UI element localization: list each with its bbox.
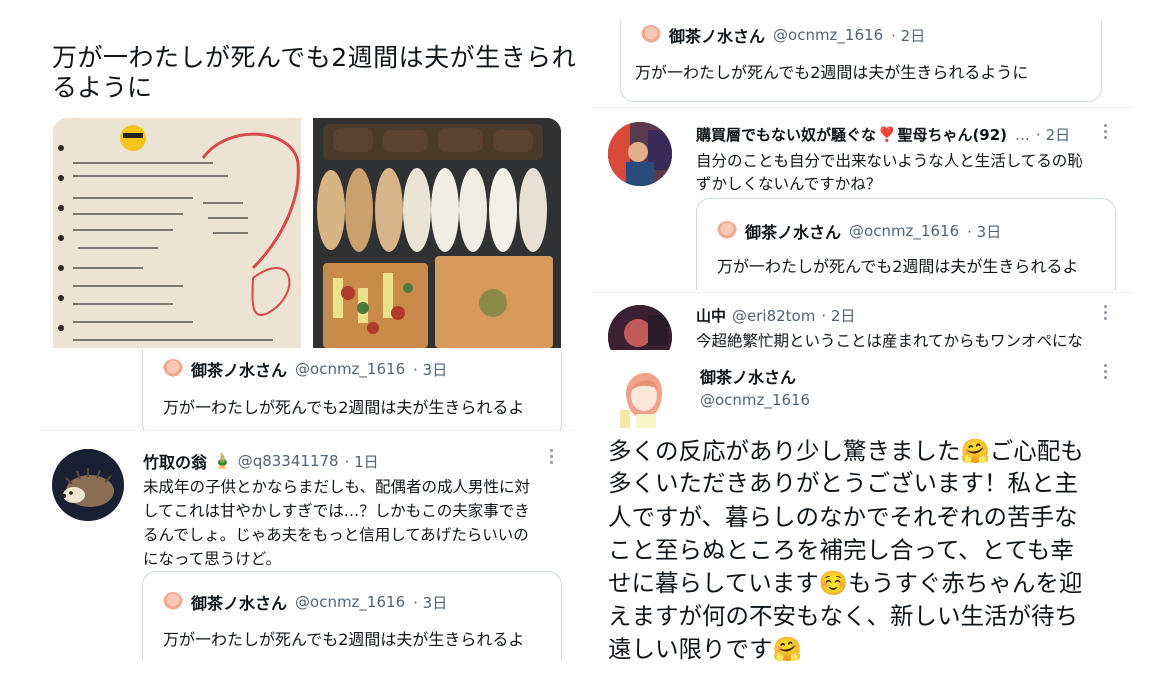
right-quote-panel-top: 御茶ノ水さん @ocnmz_1616 · 2日 万が一わたしが死んでも2週間は夫… [592,20,1132,108]
quoted-tweet-card[interactable]: 御茶ノ水さん @ocnmz_1616 · 3日 万が一わたしが死んでも2週間は夫… [696,198,1116,290]
tweet-text-line-2: るように [52,73,153,102]
quoted-avatar-icon [717,221,737,241]
quoted-avatar-icon [641,25,661,45]
reply-kobai-panel: 購買層でもない奴が騒ぐな ❣️ 聖母ちゃん(92) … · 2日 自分のことも自… [592,112,1132,290]
avatar-photo-icon [608,305,672,350]
quoted-author-name: 御茶ノ水さん [191,594,288,613]
quoted-text: 万が一わたしが死んでも2週間は夫が生きられるよ [163,630,525,649]
author-handle-truncated: … [1015,125,1031,144]
tweet-time[interactable]: · 1日 [345,451,379,472]
tweet-time[interactable]: · 2日 [1036,124,1070,145]
author-name[interactable]: 山中 [696,305,726,326]
author-handle[interactable]: @ocnmz_1616 [700,391,810,409]
more-options-icon[interactable] [1104,124,1108,140]
reply-text-line-2: ずかしくないんですかね？ [696,175,882,193]
quoted-tweet-card[interactable]: 御茶ノ水さん @ocnmz_1616 · 3日 万が一わたしが死んでも2週間は夫… [142,350,562,430]
food-photo-illustration [313,118,561,348]
quoted-author-name: 御茶ノ水さん [191,361,288,380]
quoted-text: 万が一わたしが死んでも2週間は夫が生きられるよ [717,257,1079,276]
more-options-icon[interactable] [1104,364,1108,380]
author-name[interactable]: 購買層でもない奴が騒ぐな [696,124,876,145]
user-avatar[interactable] [52,449,124,521]
quoted-time: · 3日 [413,593,448,612]
quoted-author-name: 御茶ノ水さん [745,223,842,242]
reply-text-line-2: してこれは甘やかしすぎでは…？しかもこの夫家事でき [143,502,530,520]
quoted-avatar-icon [163,592,183,612]
illustrated-avatar-icon [606,356,682,432]
author-name[interactable]: 御茶ノ水さん [700,364,796,388]
note-photo-illustration [53,118,301,348]
quoted-tweet-card[interactable]: 御茶ノ水さん @ocnmz_1616 · 2日 万が一わたしが死んでも2週間は夫… [620,20,1102,102]
hedgehog-icon [52,449,124,521]
author-handle[interactable]: @q83341178 [238,452,339,470]
quoted-author-handle: @ocnmz_1616 [773,26,884,44]
author-name-suffix[interactable]: 聖母ちゃん(92) [897,124,1007,145]
avatar-photo-icon [608,122,672,186]
tweet-text-line-7: 遠しい限りです🤗 [608,635,802,663]
tweet-time[interactable]: · 2日 [821,305,855,326]
reply-bamboo-panel: 竹取の翁 🎍 @q83341178 · 1日 未成年の子供とかならまだしも、配偶… [40,430,575,660]
quoted-time: · 2日 [891,26,926,45]
quoted-author-handle: @ocnmz_1616 [295,360,406,378]
reply-text-line-1: 未成年の子供とかならまだしも、配偶者の成人男性に対 [143,478,531,496]
tweet-text-line-5: せに暮らしています☺️もうすぐ赤ちゃんを迎 [608,569,1083,597]
author-handle[interactable]: @eri82tom [732,307,815,325]
main-tweet-panel: 御茶ノ水さん @ocnmz_1616 多くの反応があり少し驚きました🤗ご心配も … [596,350,1136,670]
quoted-author-handle: @ocnmz_1616 [849,222,960,240]
author-name[interactable]: 竹取の翁 [143,449,207,473]
tweet-text-line-3: 人ですが、暮らしのなかでそれぞれの苦手な [608,503,1078,531]
more-options-icon[interactable] [550,449,554,465]
quoted-time: · 3日 [413,360,448,379]
quoted-tweet-card[interactable]: 御茶ノ水さん @ocnmz_1616 · 3日 万が一わたしが死んでも2週間は夫… [142,571,562,660]
tweet-text-line-1: 多くの反応があり少し驚きました🤗ご心配も [608,437,1084,465]
quoted-author-name: 御茶ノ水さん [669,27,766,46]
user-avatar[interactable] [608,122,672,186]
food-photo[interactable] [313,118,561,348]
user-avatar[interactable] [608,305,672,350]
quoted-author-handle: @ocnmz_1616 [295,593,406,611]
quoted-text: 万が一わたしが死んでも2週間は夫が生きられるよ [163,398,525,417]
reply-text-line-1: 自分のことも自分で出来ないような人と生活してるの恥 [696,152,1083,170]
reply-yamanaka-panel: 山中 @eri82tom · 2日 今超絶繁忙期ということは産まれてからもワンオ… [592,292,1132,350]
user-avatar[interactable] [606,356,682,432]
quoted-time: · 3日 [967,222,1002,241]
tweet-text-line-4: こと至らぬところを補完し合って、とても幸 [608,536,1074,564]
reply-text-line-3: るんでしょ。じゃあ夫をもっと信用してあげたらいいの [143,526,529,544]
tweet-text-line-6: えますが何の不安もなく、新しい生活が待ち [608,602,1078,630]
reply-text-line-1: 今超絶繁忙期ということは産まれてからもワンオペにな [696,332,1084,350]
reply-text-line-4: になって思うけど。 [143,550,281,568]
left-quote-panel-1: 御茶ノ水さん @ocnmz_1616 · 3日 万が一わたしが死んでも2週間は夫… [40,350,575,430]
author-name-emoji: ❣️ [878,126,896,143]
more-options-icon[interactable] [1104,305,1108,321]
quoted-text: 万が一わたしが死んでも2週間は夫が生きられるように [635,63,1029,82]
tweet-text-line-2: 多くいただきありがとうございます！私と主 [608,469,1078,497]
quoted-avatar-icon [163,359,183,379]
note-photo[interactable] [53,118,301,348]
author-name-emoji: 🎍 [213,452,232,470]
left-top-tweet-panel: 万が一わたしが死んでも2週間は夫が生きられ るように [40,20,575,350]
